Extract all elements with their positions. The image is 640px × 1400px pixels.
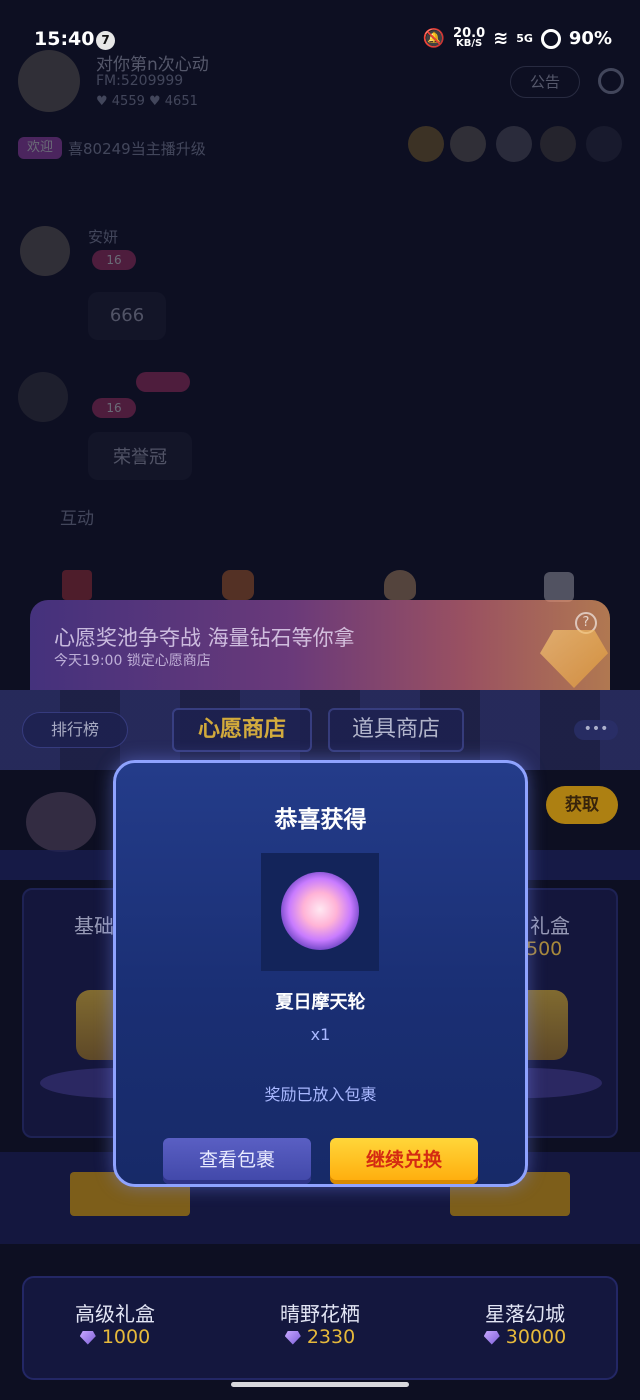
- continue-exchange-button[interactable]: 继续兑换: [330, 1138, 478, 1184]
- reward-note: 奖励已放入包裹: [264, 1085, 377, 1104]
- home-indicator[interactable]: [231, 1382, 409, 1387]
- modal-overlay[interactable]: [0, 0, 640, 1400]
- dialog-title: 恭喜获得: [274, 807, 367, 833]
- prize-name: 夏日摩天轮: [275, 992, 366, 1013]
- view-package-button[interactable]: 查看包裹: [163, 1138, 311, 1184]
- prize-quantity: x1: [310, 1025, 331, 1044]
- ferris-wheel-icon: [281, 872, 359, 950]
